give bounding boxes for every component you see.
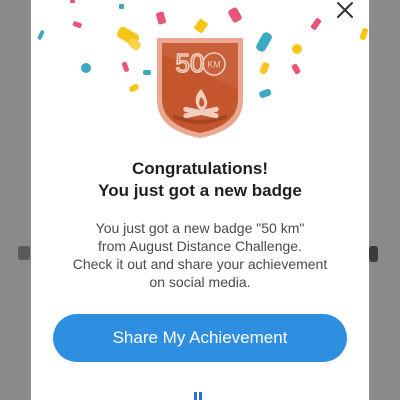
background-indicator	[194, 392, 202, 400]
dialog-message-line3: Check it out and share your achievement	[72, 256, 328, 272]
dialog-message-line2: from August Distance Challenge.	[98, 238, 302, 254]
dialog-title: Congratulations!	[132, 159, 268, 178]
close-icon	[337, 2, 353, 18]
share-achievement-button[interactable]: Share My Achievement	[53, 314, 347, 362]
achievement-badge: 50 KM	[157, 38, 243, 138]
background-element-left	[18, 246, 30, 260]
badge-unit: KM	[207, 60, 221, 70]
dialog-message-line1: You just got a new badge "50 km"	[95, 220, 305, 236]
close-button[interactable]	[333, 0, 357, 22]
dialog-subtitle: You just got a new badge	[98, 181, 302, 200]
badge-number: 50	[176, 48, 205, 78]
app-screen: 50 KM Congratulations! You just got a ne…	[0, 0, 400, 400]
background-element-right	[369, 246, 378, 262]
dialog-message-line4: on social media.	[149, 274, 251, 290]
badge-dialog: 50 KM Congratulations! You just got a ne…	[31, 0, 369, 400]
